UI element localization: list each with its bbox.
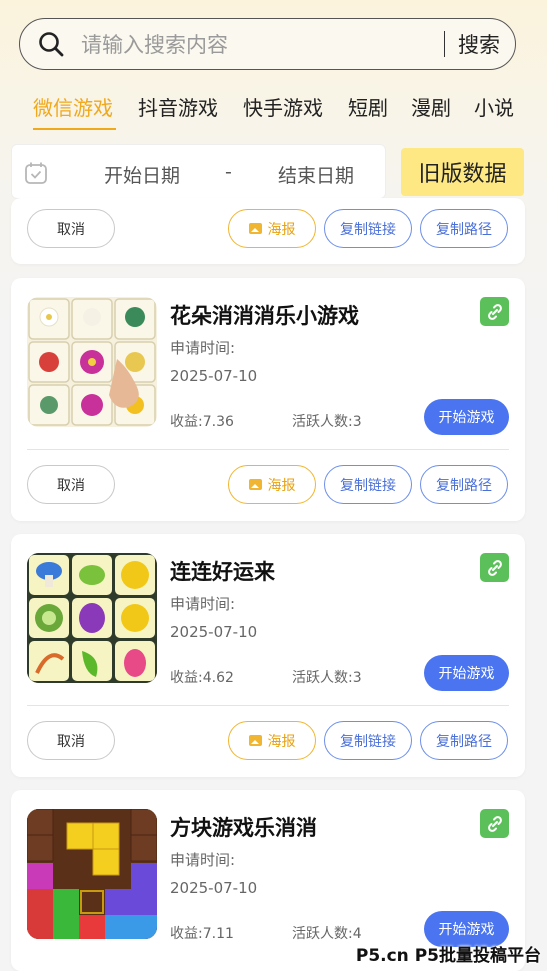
game-thumbnail-blocks: [27, 809, 157, 939]
old-data-button[interactable]: 旧版数据: [401, 148, 524, 196]
search-bar[interactable]: 请输入搜索内容 搜索: [19, 18, 516, 70]
image-icon: [248, 479, 262, 490]
divider: [27, 705, 509, 706]
link-icon[interactable]: [480, 553, 509, 582]
copy-path-button[interactable]: 复制路径: [420, 721, 508, 760]
cancel-button[interactable]: 取消: [27, 465, 115, 504]
copy-path-button[interactable]: 复制路径: [420, 465, 508, 504]
watermark: P5.cn P5批量投稿平台: [355, 946, 541, 966]
active-users-text: 活跃人数:3: [292, 670, 362, 686]
copy-link-button[interactable]: 复制链接: [324, 209, 412, 248]
start-date-field[interactable]: 开始日期: [104, 161, 180, 188]
tab-wechat-games[interactable]: 微信游戏: [33, 92, 113, 121]
game-title: 花朵消消消乐小游戏: [170, 304, 359, 328]
poster-button[interactable]: 海报: [228, 465, 316, 504]
tab-novel[interactable]: 小说: [474, 92, 514, 121]
image-icon: [248, 223, 262, 234]
link-icon[interactable]: [480, 809, 509, 838]
divider: [27, 449, 509, 450]
apply-time-label: 申请时间:: [170, 339, 236, 357]
copy-link-button[interactable]: 复制链接: [324, 465, 412, 504]
search-button[interactable]: 搜索: [458, 29, 500, 59]
apply-time-label: 申请时间:: [170, 595, 236, 613]
category-tabs: 微信游戏 抖音游戏 快手游戏 短剧 漫剧 小说: [0, 92, 547, 132]
active-users-text: 活跃人数:4: [292, 926, 362, 942]
active-tab-indicator: [33, 128, 116, 130]
game-card: 花朵消消消乐小游戏 申请时间: 2025-07-10 收益:7.36 活跃人数:…: [11, 278, 525, 521]
game-card-partial: 取消 海报 复制链接 复制路径: [11, 198, 525, 264]
date-range-picker[interactable]: 开始日期 - 结束日期: [11, 144, 386, 199]
poster-label: 海报: [267, 221, 296, 238]
cancel-button[interactable]: 取消: [27, 721, 115, 760]
search-divider: [443, 31, 445, 57]
income-text: 收益:4.62: [170, 670, 234, 686]
apply-date: 2025-07-10: [170, 623, 258, 641]
apply-date: 2025-07-10: [170, 367, 258, 385]
date-separator: -: [225, 161, 232, 183]
image-icon: [248, 735, 262, 746]
calendar-icon: [24, 161, 48, 189]
income-text: 收益:7.36: [170, 414, 234, 430]
link-icon[interactable]: [480, 297, 509, 326]
end-date-field[interactable]: 结束日期: [278, 161, 354, 188]
tab-kuaishou-games[interactable]: 快手游戏: [243, 92, 323, 121]
start-game-button[interactable]: 开始游戏: [424, 399, 509, 435]
tab-douyin-games[interactable]: 抖音游戏: [138, 92, 218, 121]
copy-link-button[interactable]: 复制链接: [324, 721, 412, 760]
apply-time-label: 申请时间:: [170, 851, 236, 869]
poster-label: 海报: [267, 477, 296, 494]
card-actions: 取消 海报 复制链接 复制路径: [11, 209, 525, 249]
search-input[interactable]: 请输入搜索内容: [81, 29, 444, 59]
game-title: 方块游戏乐消消: [170, 816, 317, 840]
poster-label: 海报: [267, 733, 296, 750]
game-card: 连连好运来 申请时间: 2025-07-10 收益:4.62 活跃人数:3 开始…: [11, 534, 525, 777]
game-title: 连连好运来: [170, 560, 275, 584]
game-thumbnail-flower: [27, 297, 157, 427]
card-actions: 取消 海报 复制链接 复制路径: [11, 465, 525, 505]
tab-comic-drama[interactable]: 漫剧: [411, 92, 451, 121]
copy-path-button[interactable]: 复制路径: [420, 209, 508, 248]
search-icon: [37, 30, 65, 58]
card-actions: 取消 海报 复制链接 复制路径: [11, 721, 525, 761]
tab-short-drama[interactable]: 短剧: [348, 92, 388, 121]
game-thumbnail-fruit: [27, 553, 157, 683]
apply-date: 2025-07-10: [170, 879, 258, 897]
active-users-text: 活跃人数:3: [292, 414, 362, 430]
start-game-button[interactable]: 开始游戏: [424, 655, 509, 691]
poster-button[interactable]: 海报: [228, 209, 316, 248]
income-text: 收益:7.11: [170, 926, 234, 942]
cancel-button[interactable]: 取消: [27, 209, 115, 248]
poster-button[interactable]: 海报: [228, 721, 316, 760]
